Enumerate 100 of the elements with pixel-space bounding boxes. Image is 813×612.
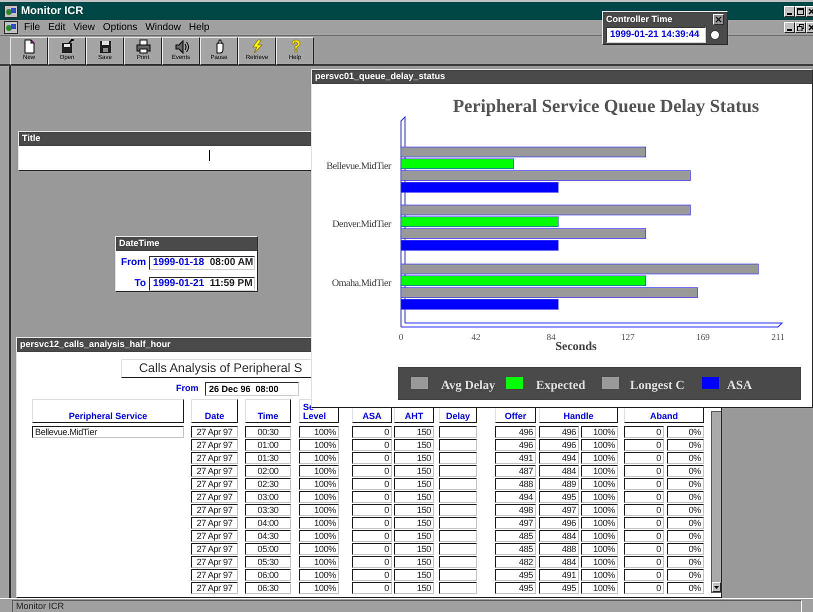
- table-cell: 0: [352, 504, 392, 516]
- radio-button[interactable]: [710, 30, 720, 40]
- column-header: Time: [245, 399, 291, 423]
- menu-item[interactable]: Window: [141, 20, 185, 34]
- table-cell: 27 Apr 97: [191, 543, 238, 555]
- table-cell: 100%: [581, 582, 618, 594]
- table-cell: [439, 517, 477, 529]
- table-cell: 485: [495, 543, 536, 555]
- table-cell: 150: [394, 504, 434, 516]
- table-cell: 494: [539, 452, 579, 464]
- table-cell: [439, 465, 477, 477]
- table-cell: 100%: [581, 452, 618, 464]
- table-cell: 27 Apr 97: [191, 569, 238, 581]
- table-cell: 484: [539, 556, 579, 568]
- date-field[interactable]: 1999-01-18 08:00 AM: [149, 256, 255, 270]
- menu-item[interactable]: Help: [184, 20, 214, 34]
- table-cell: 150: [394, 582, 434, 594]
- table-cell: 100%: [581, 465, 618, 477]
- table-cell: 0: [352, 543, 392, 555]
- table-cell: 150: [394, 530, 434, 542]
- legend-swatch: [602, 377, 619, 389]
- table-cell: 0: [352, 556, 392, 568]
- table-cell: 0%: [667, 556, 704, 568]
- legend-label: Expected: [536, 378, 586, 392]
- category-label: Bellevue.MidTier: [326, 161, 391, 172]
- legend-swatch: [506, 377, 523, 389]
- table-cell: 0%: [667, 426, 704, 438]
- table-cell: 27 Apr 97: [191, 465, 238, 477]
- table-cell: 150: [394, 439, 434, 451]
- table-cell: 0: [624, 530, 664, 542]
- menu-item[interactable]: File: [20, 20, 44, 34]
- restore-icon: [797, 24, 804, 31]
- minimize-button[interactable]: [784, 6, 795, 16]
- window-title: persvc01_queue_delay_status: [312, 70, 812, 84]
- table-cell: 0: [352, 530, 392, 542]
- category-label: Denver.MidTier: [332, 219, 391, 230]
- table-cell: 27 Apr 97: [191, 478, 238, 490]
- table-cell: [439, 582, 477, 594]
- table-cell: 0: [624, 465, 664, 477]
- table-cell: 150: [394, 517, 434, 529]
- table-cell: 27 Apr 97: [191, 582, 238, 594]
- table-cell: 100%: [581, 426, 618, 438]
- table-cell: 27 Apr 97: [191, 556, 238, 568]
- from-label: From: [176, 382, 200, 396]
- field-label: From: [120, 256, 146, 270]
- tick-label: 211: [771, 332, 785, 342]
- table-cell: 0: [624, 478, 664, 490]
- close-button[interactable]: [713, 14, 724, 24]
- table-cell: 02:30: [245, 478, 291, 490]
- table-cell: 05:30: [245, 556, 291, 568]
- minimize-button[interactable]: [784, 22, 795, 33]
- table-cell: 0%: [667, 478, 704, 490]
- time-field: 1999-01-21 14:39:44: [606, 27, 706, 43]
- table-cell: 100%: [299, 569, 339, 581]
- printer-icon: [136, 39, 150, 54]
- table-cell: 100%: [581, 478, 618, 490]
- table-cell: 487: [495, 465, 536, 477]
- column-header: Peripheral Service: [32, 399, 184, 423]
- table-cell: 150: [394, 426, 434, 438]
- table-cell: 100%: [299, 452, 339, 464]
- table-cell: 03:30: [245, 504, 291, 516]
- maximize-button[interactable]: [795, 6, 806, 16]
- table-cell: [439, 543, 477, 555]
- table-cell: 0%: [667, 543, 704, 555]
- table-cell: 27 Apr 97: [191, 439, 238, 451]
- table-cell: 02:00: [245, 465, 291, 477]
- from-field[interactable]: 26 Dec 96 08:00: [205, 382, 299, 396]
- table-cell: 0%: [667, 504, 704, 516]
- table-cell: 100%: [299, 582, 339, 594]
- table-cell: 100%: [299, 465, 339, 477]
- chart-title: Peripheral Service Queue Delay Status: [452, 97, 760, 117]
- table-cell: 0: [352, 439, 392, 451]
- table-cell: [439, 439, 477, 451]
- table-cell: 100%: [581, 556, 618, 568]
- date-field[interactable]: 1999-01-21 11:59 PM: [149, 276, 255, 290]
- table-cell: [439, 426, 477, 438]
- table-cell: 0%: [667, 491, 704, 503]
- text-cursor: [209, 150, 210, 161]
- restore-button[interactable]: [795, 22, 806, 33]
- table-cell: 06:00: [245, 569, 291, 581]
- scroll-down-button[interactable]: [712, 582, 721, 592]
- close-icon: [808, 8, 813, 14]
- table-cell: 150: [394, 465, 434, 477]
- table-cell: 488: [539, 543, 579, 555]
- menu-item[interactable]: Edit: [44, 20, 70, 34]
- table-cell: 27 Apr 97: [191, 530, 238, 542]
- app-icon[interactable]: [4, 21, 18, 34]
- table-cell: Bellevue.MidTier: [32, 426, 184, 438]
- table-cell: 0: [624, 452, 664, 464]
- scrollbar[interactable]: [711, 411, 721, 593]
- table-cell: 01:30: [245, 452, 291, 464]
- table-cell: 496: [539, 439, 579, 451]
- table-cell: 0%: [667, 530, 704, 542]
- menu-item[interactable]: View: [69, 20, 99, 34]
- table-cell: 0: [624, 426, 664, 438]
- table-cell: 01:00: [245, 439, 291, 451]
- legend-label: Avg Delay: [441, 378, 496, 392]
- table-cell: [439, 530, 477, 542]
- table-cell: 0%: [667, 569, 704, 581]
- menu-item[interactable]: Options: [98, 20, 142, 34]
